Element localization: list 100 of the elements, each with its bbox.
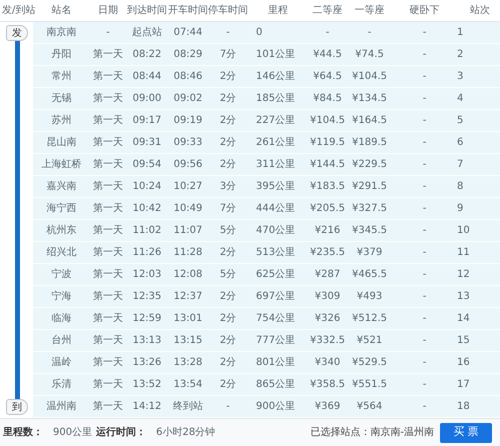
table-cell: 900公里: [248, 396, 308, 418]
table-cell: 上海虹桥: [33, 154, 90, 176]
buy-ticket-button[interactable]: 买 票: [440, 422, 492, 442]
table-cell: 146公里: [248, 66, 308, 88]
table-cell: ¥465.5: [347, 264, 392, 286]
column-header: 里程: [267, 4, 289, 18]
table-cell: 185公里: [248, 88, 308, 110]
table-cell: 7分: [208, 198, 248, 220]
table-cell: 15: [457, 330, 500, 352]
table-cell: ¥369: [308, 396, 347, 418]
table-cell: 13: [457, 286, 500, 308]
table-cell: -: [392, 352, 457, 374]
table-cell: 09:19: [168, 110, 208, 132]
table-cell: 09:00: [126, 88, 168, 110]
table-cell: 12:35: [126, 286, 168, 308]
table-cell: 513公里: [248, 242, 308, 264]
table-cell: 杭州东: [33, 220, 90, 242]
table-cell: -: [392, 132, 457, 154]
table-cell: 2分: [208, 286, 248, 308]
table-cell: 227公里: [248, 110, 308, 132]
table-cell: ¥551.5: [347, 374, 392, 396]
table-cell: 常州: [33, 66, 90, 88]
table-cell: 14:12: [126, 396, 168, 418]
table-cell: -: [392, 198, 457, 220]
table-cell: ¥216: [308, 220, 347, 242]
table-cell: 第一天: [90, 44, 126, 66]
table-cell: -: [308, 22, 347, 44]
table-cell: -: [392, 110, 457, 132]
table-cell: ¥358.5: [308, 374, 347, 396]
table-cell: 终到站: [168, 396, 208, 418]
table-cell: -: [392, 374, 457, 396]
table-cell: ¥235.5: [308, 242, 347, 264]
table-cell: 第一天: [90, 220, 126, 242]
table-cell: ¥326: [308, 308, 347, 330]
table-cell: ¥291.5: [347, 176, 392, 198]
table-cell: 7: [457, 154, 500, 176]
table-cell: 11:07: [168, 220, 208, 242]
table-cell: 470公里: [248, 220, 308, 242]
table-cell: 第一天: [90, 198, 126, 220]
table-cell: -: [392, 308, 457, 330]
table-cell: 嘉兴南: [33, 176, 90, 198]
table-cell: 第一天: [90, 154, 126, 176]
column-header: 停车时间: [208, 4, 248, 18]
table-cell: 绍兴北: [33, 242, 90, 264]
table-cell: 08:22: [126, 44, 168, 66]
table-cell: 第一天: [90, 132, 126, 154]
table-cell: 2分: [208, 330, 248, 352]
table-cell: 12:59: [126, 308, 168, 330]
table-cell: ¥512.5: [347, 308, 392, 330]
table-cell: ¥340: [308, 352, 347, 374]
table-cell: 5分: [208, 264, 248, 286]
table-cell: -: [208, 396, 248, 418]
table-cell: 5分: [208, 220, 248, 242]
table-cell: 13:52: [126, 374, 168, 396]
table-cell: 丹阳: [33, 44, 90, 66]
table-cell: 13:13: [126, 330, 168, 352]
table-cell: 第一天: [90, 176, 126, 198]
runtime-value: 6小时28分钟: [156, 426, 216, 440]
table-cell: 第一天: [90, 88, 126, 110]
table-cell: 12: [457, 264, 500, 286]
table-cell: 395公里: [248, 176, 308, 198]
table-cell: -: [392, 286, 457, 308]
table-cell: -: [392, 154, 457, 176]
table-cell: 9: [457, 198, 500, 220]
table-cell: 2分: [208, 374, 248, 396]
table-cell: 17: [457, 374, 500, 396]
column-header: 二等座: [312, 4, 344, 18]
table-cell: 10: [457, 220, 500, 242]
table-cell: ¥205.5: [308, 198, 347, 220]
table-cell: 261公里: [248, 132, 308, 154]
column-header: 到达时间: [126, 4, 168, 18]
table-cell: 10:24: [126, 176, 168, 198]
table-cell: 13:28: [168, 352, 208, 374]
table-cell: 07:44: [168, 22, 208, 44]
table-cell: -: [392, 264, 457, 286]
table-cell: 3: [457, 66, 500, 88]
table-cell: 311公里: [248, 154, 308, 176]
table-cell: -: [347, 22, 392, 44]
table-cell: ¥309: [308, 286, 347, 308]
column-header: 开车时间: [168, 4, 208, 18]
table-cell: 08:29: [168, 44, 208, 66]
table-cell: 865公里: [248, 374, 308, 396]
table-cell: ¥229.5: [347, 154, 392, 176]
table-cell: ¥379: [347, 242, 392, 264]
table-cell: 09:02: [168, 88, 208, 110]
table-cell: 第一天: [90, 110, 126, 132]
table-cell: ¥134.5: [347, 88, 392, 110]
table-cell: -: [392, 66, 457, 88]
table-cell: 第一天: [90, 374, 126, 396]
table-cell: 0: [248, 22, 308, 44]
table-cell: 10:42: [126, 198, 168, 220]
table-cell: ¥564: [347, 396, 392, 418]
table-cell: 11: [457, 242, 500, 264]
table-cell: 13:01: [168, 308, 208, 330]
table-cell: 08:46: [168, 66, 208, 88]
destination-badge: 到: [6, 399, 28, 415]
table-cell: 6: [457, 132, 500, 154]
table-cell: 13:26: [126, 352, 168, 374]
table-cell: 10:27: [168, 176, 208, 198]
table-cell: 2分: [208, 132, 248, 154]
